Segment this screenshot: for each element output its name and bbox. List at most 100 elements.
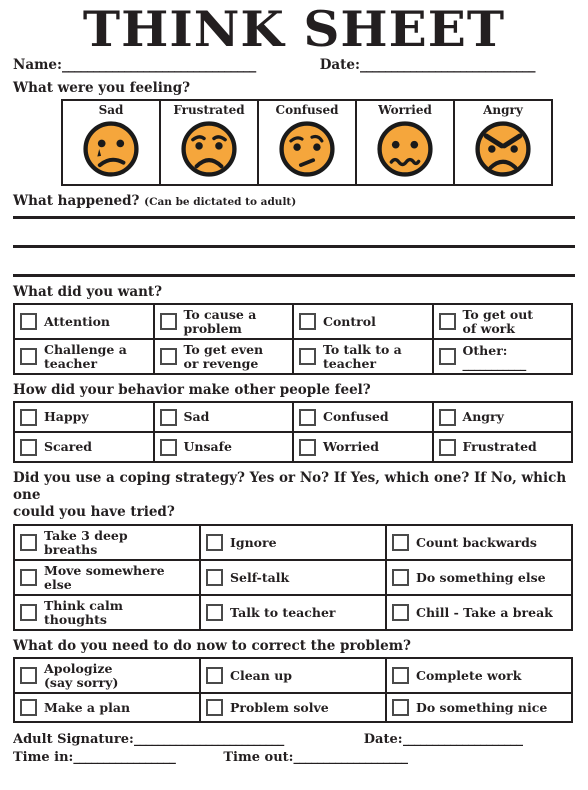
checkbox-icon[interactable] [392, 699, 409, 716]
checkbox-option-frustrated[interactable]: Frustrated [434, 433, 572, 461]
checkbox-label: Control [323, 313, 376, 329]
checkbox-option-to-cause-a-problem[interactable]: To cause a problem [155, 305, 294, 338]
checkbox-option-scared[interactable]: Scared [15, 433, 155, 461]
checkbox-icon[interactable] [392, 667, 409, 684]
checkbox-option-attention[interactable]: Attention [15, 305, 155, 338]
checkbox-icon[interactable] [438, 348, 456, 365]
checkbox-label: Attention [44, 313, 111, 329]
checkbox-label: Happy [44, 409, 89, 425]
checkbox-icon[interactable] [159, 438, 177, 456]
checkbox-label: Complete work [416, 667, 522, 683]
time-in-rule[interactable]: _________________ [73, 750, 223, 765]
footer-date-label: Date: [363, 732, 403, 747]
checkbox-option-challenge-a-teacher[interactable]: Challenge a teacher [15, 340, 155, 373]
checkbox-icon[interactable] [20, 408, 37, 426]
write-line[interactable] [13, 274, 575, 277]
table-row: Think calm thoughts Talk to teacher Chill… [15, 596, 571, 629]
worried-face-icon [377, 121, 433, 177]
name-label: Name: [13, 57, 62, 73]
checkbox-icon[interactable] [159, 408, 177, 426]
date-input-rule[interactable]: ____________________________ [360, 57, 575, 73]
checkbox-icon[interactable] [392, 569, 409, 586]
how-others-feel-question: How did your behavior make other people … [13, 382, 371, 398]
checkbox-icon[interactable] [299, 438, 316, 456]
checkbox-option-think-calm-thoughts[interactable]: Think calm thoughts [15, 596, 201, 629]
checkbox-option-take-3-deep-breaths[interactable]: Take 3 deep breaths [15, 526, 201, 559]
checkbox-option-problem-solve[interactable]: Problem solve [201, 694, 387, 721]
checkbox-icon[interactable] [438, 408, 456, 426]
name-input-rule[interactable]: _______________________________ [62, 57, 308, 73]
checkbox-option-ignore[interactable]: Ignore [201, 526, 387, 559]
checkbox-icon[interactable] [20, 534, 37, 551]
checkbox-icon[interactable] [299, 408, 316, 426]
sad-face-icon [83, 121, 139, 177]
checkbox-option-apologize[interactable]: Apologize (say sorry) [15, 659, 201, 692]
frustrated-face-icon [181, 121, 237, 177]
checkbox-option-complete-work[interactable]: Complete work [387, 659, 571, 692]
checkbox-icon[interactable] [299, 313, 316, 330]
footer-date-rule[interactable]: ____________________ [403, 732, 573, 747]
checkbox-label: Make a plan [44, 699, 131, 715]
checkbox-option-talk-to-teacher[interactable]: Talk to teacher [201, 596, 387, 629]
checkbox-icon[interactable] [20, 667, 37, 684]
checkbox-option-count-backwards[interactable]: Count backwards [387, 526, 571, 559]
checkbox-label: To cause a problem [183, 307, 257, 336]
checkbox-option-worried[interactable]: Worried [294, 433, 434, 461]
checkbox-option-move-somewhere-else[interactable]: Move somewhere else [15, 561, 201, 594]
what-did-you-want-grid: Attention To cause a problem Control To g… [13, 303, 573, 375]
checkbox-option-happy[interactable]: Happy [15, 403, 155, 431]
checkbox-icon[interactable] [206, 534, 223, 551]
checkbox-label: Challenge a teacher [44, 342, 127, 371]
table-row: Happy Sad Confused Angry [15, 403, 571, 433]
checkbox-icon[interactable] [392, 534, 409, 551]
checkbox-icon[interactable] [20, 438, 37, 456]
table-row: Challenge a teacher To get even or revenge… [15, 340, 571, 373]
checkbox-option-other[interactable]: Other: ___________ [434, 340, 572, 373]
checkbox-option-to-talk-to-a-teacher[interactable]: To talk to a teacher [294, 340, 434, 373]
checkbox-icon[interactable] [159, 348, 177, 365]
time-out-rule[interactable]: ___________________ [293, 750, 461, 765]
checkbox-icon[interactable] [438, 438, 456, 456]
feeling-option-confused[interactable]: Confused [259, 101, 357, 184]
checkbox-option-do-something-else[interactable]: Do something else [387, 561, 571, 594]
angry-face-icon [475, 121, 531, 177]
write-line[interactable] [13, 216, 575, 219]
page-title: THINK SHEET [82, 0, 506, 58]
feeling-option-frustrated[interactable]: Frustrated [161, 101, 259, 184]
checkbox-icon[interactable] [299, 348, 316, 365]
checkbox-icon[interactable] [20, 569, 37, 586]
checkbox-icon[interactable] [159, 313, 177, 330]
feeling-option-angry[interactable]: Angry [455, 101, 551, 184]
checkbox-option-make-a-plan[interactable]: Make a plan [15, 694, 201, 721]
what-happened-lines [13, 216, 575, 277]
checkbox-option-control[interactable]: Control [294, 305, 434, 338]
checkbox-icon[interactable] [20, 699, 37, 716]
checkbox-option-chill-take-a-break[interactable]: Chill - Take a break [387, 596, 571, 629]
checkbox-option-self-talk[interactable]: Self-talk [201, 561, 387, 594]
checkbox-option-angry[interactable]: Angry [434, 403, 572, 431]
feeling-option-sad[interactable]: Sad [63, 101, 161, 184]
checkbox-icon[interactable] [20, 313, 37, 330]
checkbox-icon[interactable] [206, 604, 223, 621]
checkbox-icon[interactable] [206, 699, 223, 716]
checkbox-option-unsafe[interactable]: Unsafe [155, 433, 294, 461]
checkbox-option-to-get-out-of-work[interactable]: To get out of work [434, 305, 572, 338]
feeling-option-worried[interactable]: Worried [357, 101, 455, 184]
checkbox-option-do-something-nice[interactable]: Do something nice [387, 694, 571, 721]
checkbox-option-sad[interactable]: Sad [155, 403, 294, 431]
other-input-rule[interactable]: ___________ [463, 357, 527, 370]
checkbox-icon[interactable] [206, 569, 223, 586]
write-line[interactable] [13, 245, 575, 248]
checkbox-option-to-get-even-or-revenge[interactable]: To get even or revenge [155, 340, 294, 373]
checkbox-label: Confused [323, 409, 389, 425]
checkbox-icon[interactable] [392, 604, 409, 621]
correct-problem-grid: Apologize (say sorry) Clean up Complete w… [13, 657, 573, 723]
checkbox-label: Do something nice [416, 699, 548, 715]
checkbox-icon[interactable] [206, 667, 223, 684]
checkbox-icon[interactable] [438, 313, 456, 330]
adult-signature-rule[interactable]: _________________________ [134, 732, 350, 747]
checkbox-icon[interactable] [20, 348, 37, 365]
checkbox-icon[interactable] [20, 604, 37, 621]
checkbox-option-clean-up[interactable]: Clean up [201, 659, 387, 692]
checkbox-option-confused[interactable]: Confused [294, 403, 434, 431]
